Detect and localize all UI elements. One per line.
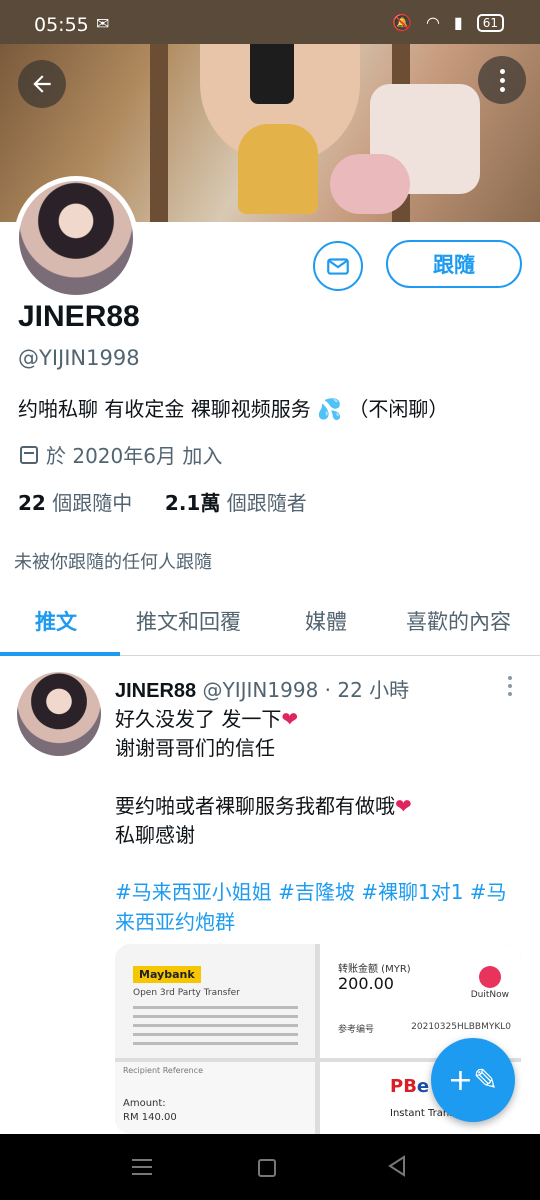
tab-tweets-replies[interactable]: 推文和回覆 [136, 606, 241, 636]
join-date: 於 2020年6月 加入 [20, 440, 222, 469]
media-caption: Recipient Reference [123, 1066, 203, 1075]
message-button[interactable] [313, 241, 363, 291]
banner-decor [330, 154, 410, 214]
follow-stats: 22 個跟隨中 2.1萬 個跟隨者 [18, 487, 307, 516]
following-label: 個跟隨中 [52, 491, 133, 515]
tweet-line: 好久没发了 发一下 [115, 707, 282, 731]
sweat-drops-icon: 💦 [317, 397, 342, 421]
followers-count: 2.1萬 [164, 491, 221, 515]
media-image-2[interactable]: 转账金额 (MYR) 200.00 DuitNow 参考编号 20210325H… [320, 944, 521, 1058]
tweet-avatar[interactable] [17, 672, 101, 756]
profile-tabs: 推文 推文和回覆 媒體 喜歡的內容 [0, 598, 540, 656]
banner-decor [250, 44, 294, 104]
system-back-button[interactable] [386, 1154, 408, 1184]
duitnow-logo: DuitNow [471, 966, 509, 1000]
system-navigation-bar [0, 1134, 540, 1200]
tweet-more-button[interactable] [508, 676, 512, 696]
media-amount: 200.00 [338, 974, 394, 993]
status-time: 05:55 [34, 14, 89, 36]
pbe-logo: PBe [390, 1076, 430, 1097]
not-followed-notice: 未被你跟隨的任何人跟隨 [14, 552, 212, 573]
back-button[interactable] [18, 60, 66, 108]
home-button[interactable] [258, 1154, 276, 1177]
tweet-line: 谢谢哥哥们的信任 [115, 736, 275, 760]
signal-icon: ▮ [453, 13, 463, 32]
triangle-back-icon [388, 1155, 405, 1177]
banner-decor [150, 44, 168, 222]
tweet-line: 要约啪或者裸聊服务我都有做哦 [115, 794, 395, 818]
join-date-text: 於 2020年6月 加入 [46, 444, 223, 468]
media-image-1[interactable]: Maybank Open 3rd Party Transfer [115, 944, 315, 1058]
tweet-author-handle: @YIJIN1998 [202, 678, 319, 702]
followers-link[interactable]: 2.1萬 個跟隨者 [165, 491, 307, 515]
more-options-button[interactable] [478, 56, 526, 104]
more-vertical-icon [499, 68, 505, 92]
tab-likes[interactable]: 喜歡的內容 [406, 606, 511, 636]
banner-decor [238, 124, 318, 214]
following-count: 22 [18, 491, 46, 515]
wifi-icon: ◠ [425, 13, 440, 32]
tweet-author-name[interactable]: JINER88 [115, 680, 196, 702]
media-ref: 20210325HLBBMYKL0 [411, 1022, 511, 1032]
envelope-icon [327, 258, 349, 275]
status-icons: 🔕 ◠ ▮ 61 [392, 13, 504, 32]
menu-icon [132, 1159, 152, 1175]
heart-icon: ❤ [395, 794, 412, 818]
bio-suffix: （不闲聊） [348, 397, 449, 421]
bio-text: 约啪私聊 有收定金 裸聊视频服务 [18, 397, 311, 421]
profile-handle: @YIJIN1998 [18, 346, 140, 370]
heart-icon: ❤ [281, 707, 299, 731]
following-link[interactable]: 22 個跟隨中 [18, 491, 132, 515]
active-tab-indicator [0, 652, 120, 656]
tweet-hashtags[interactable]: #马来西亚小姐姐 #吉隆坡 #裸聊1对1 #马来西亚约炮群 [115, 877, 525, 937]
media-caption: Amount: [123, 1098, 166, 1109]
media-caption: 转账金额 (MYR) [338, 964, 411, 975]
tab-media[interactable]: 媒體 [305, 606, 347, 636]
more-vertical-icon [508, 676, 512, 696]
tweet-header: JINER88 @YIJIN1998 · 22 小時 [115, 674, 409, 703]
home-icon [258, 1159, 276, 1177]
media-image-3[interactable]: Recipient Reference Amount: RM 140.00 [115, 1062, 315, 1134]
media-caption: Open 3rd Party Transfer [133, 988, 240, 998]
tweet-line: 私聊感谢 [115, 823, 195, 847]
mute-icon: 🔕 [392, 13, 412, 32]
compose-feather-icon: +✎ [447, 1062, 499, 1098]
profile-bio: 约啪私聊 有收定金 裸聊视频服务 💦 （不闲聊） [18, 393, 448, 422]
arrow-left-icon [33, 75, 51, 93]
tweet-text: 好久没发了 发一下❤ 谢谢哥哥们的信任 要约啪或者裸聊服务我都有做哦❤ 私聊感谢 [115, 705, 412, 850]
recent-apps-button[interactable] [132, 1154, 152, 1180]
maybank-logo: Maybank [133, 966, 201, 983]
media-amount: RM 140.00 [123, 1112, 177, 1123]
followers-label: 個跟隨者 [226, 491, 307, 515]
calendar-icon [20, 445, 38, 464]
media-caption: 参考编号 [338, 1025, 375, 1035]
status-bar: 05:55 ✉ 🔕 ◠ ▮ 61 [0, 0, 540, 44]
tab-tweets[interactable]: 推文 [35, 606, 77, 636]
profile-name: JINER88 [18, 300, 140, 333]
tweet-time: · 22 小時 [324, 678, 410, 702]
battery-icon: 61 [476, 13, 504, 32]
receipt-lines [133, 1006, 298, 1051]
follow-button[interactable]: 跟隨 [386, 240, 522, 288]
wechat-icon: ✉ [96, 14, 110, 33]
profile-avatar[interactable] [14, 176, 138, 300]
compose-tweet-button[interactable]: +✎ [431, 1038, 515, 1122]
